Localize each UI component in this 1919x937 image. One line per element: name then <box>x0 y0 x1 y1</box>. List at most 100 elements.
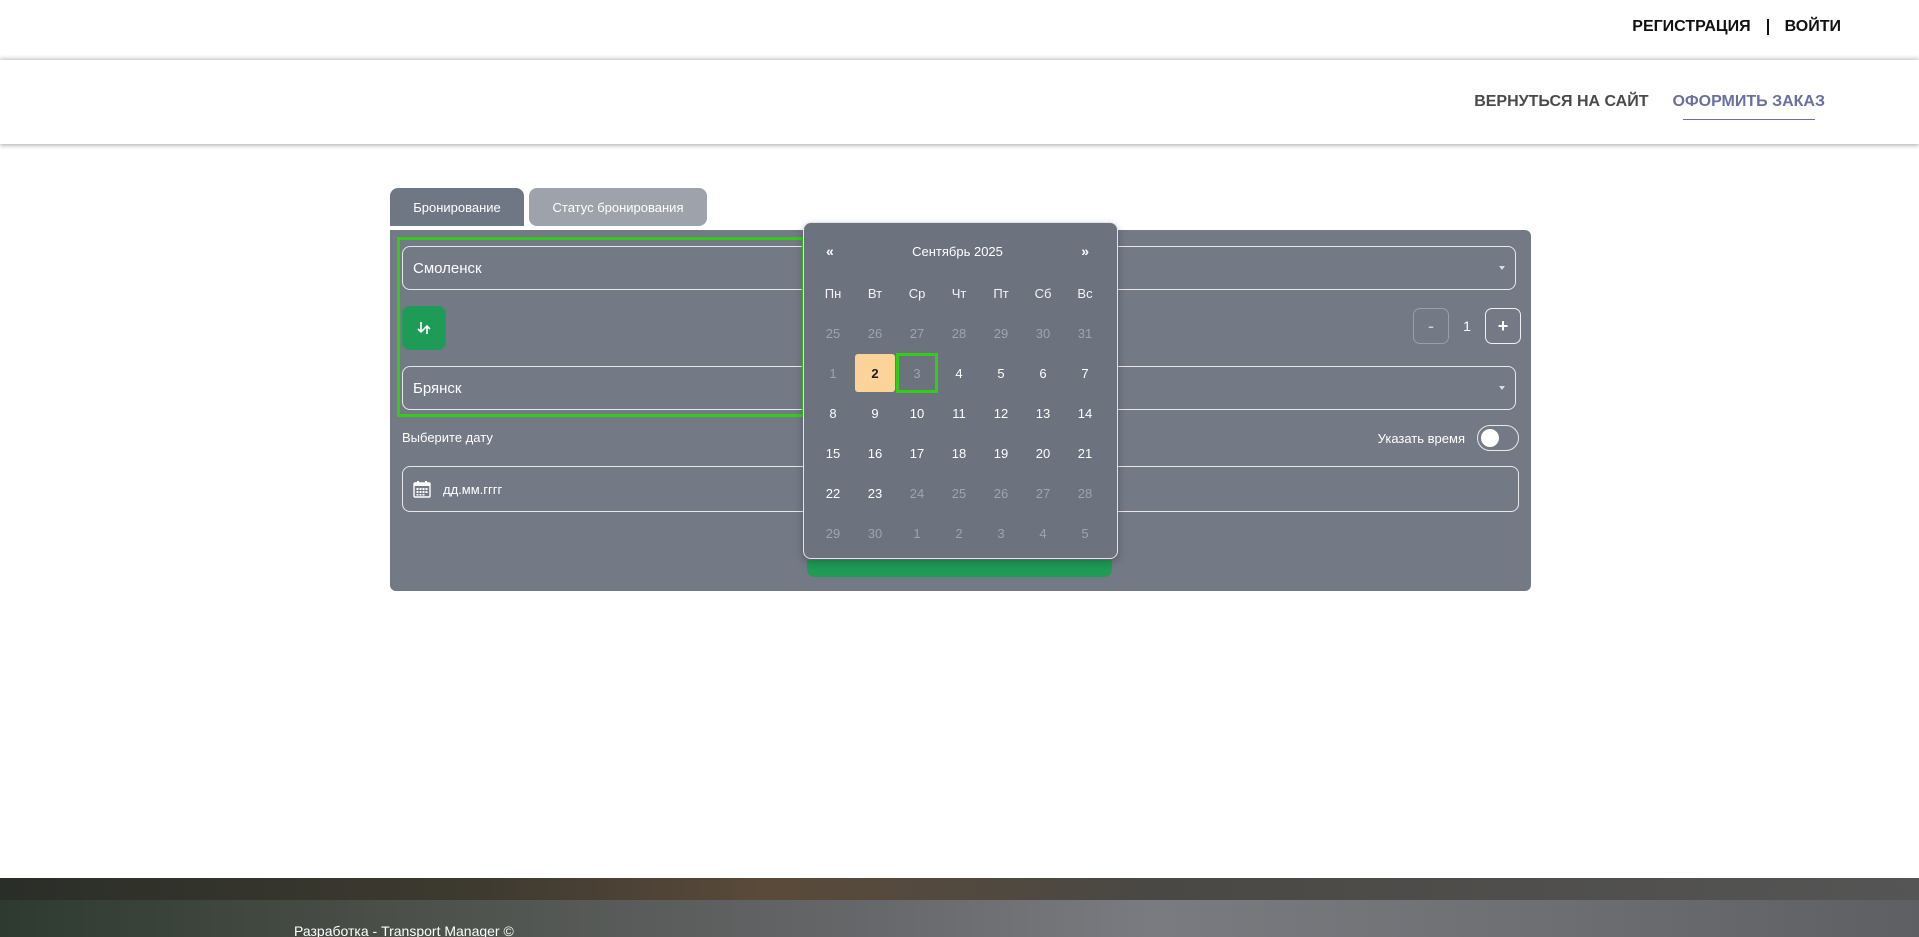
day-number: 18 <box>951 445 967 461</box>
day-cell[interactable]: 11 <box>938 393 980 433</box>
decrease-button[interactable]: - <box>1413 308 1449 344</box>
day-cell[interactable]: 12 <box>980 393 1022 433</box>
nav-order[interactable]: ОФОРМИТЬ ЗАКАЗ <box>1673 93 1825 120</box>
day-cell: 25 <box>938 473 980 513</box>
day-number: 2 <box>955 525 963 541</box>
day-cell[interactable]: 5 <box>980 353 1022 393</box>
day-cell[interactable]: 6 <box>1022 353 1064 393</box>
day-number: 25 <box>825 325 841 341</box>
weekday-header: Чт <box>951 285 967 301</box>
day-cell[interactable]: 18 <box>938 433 980 473</box>
top-bar: РЕГИСТРАЦИЯ ВОЙТИ <box>0 0 1919 56</box>
day-number: 7 <box>1081 365 1089 381</box>
weekday-header: Вт <box>867 285 883 301</box>
day-number: 27 <box>909 325 925 341</box>
day-cell[interactable]: 8 <box>812 393 854 433</box>
day-cell-highlighted[interactable]: 3 <box>896 353 938 393</box>
chevron-down-icon <box>1499 386 1505 390</box>
chevron-down-icon <box>1499 266 1505 270</box>
submit-button[interactable] <box>807 560 1112 577</box>
day-number: 24 <box>909 485 925 501</box>
day-number: 30 <box>867 525 883 541</box>
day-cell[interactable]: 19 <box>980 433 1022 473</box>
day-cell[interactable]: 7 <box>1064 353 1106 393</box>
footer: Разработка - Transport Manager © <box>0 878 1919 937</box>
day-number: 2 <box>855 354 895 392</box>
register-link[interactable]: РЕГИСТРАЦИЯ <box>1632 18 1750 36</box>
day-cell: 28 <box>938 313 980 353</box>
date-label: Выберите дату <box>402 430 493 445</box>
nav-back-to-site[interactable]: ВЕРНУТЬСЯ НА САЙТ <box>1474 93 1648 111</box>
day-cell: 29 <box>980 313 1022 353</box>
day-number: 26 <box>867 325 883 341</box>
weekday-header: Ср <box>908 285 926 301</box>
weekday-header: Пт <box>993 285 1009 301</box>
day-cell: 31 <box>1064 313 1106 353</box>
day-cell[interactable]: 16 <box>854 433 896 473</box>
day-cell[interactable]: 20 <box>1022 433 1064 473</box>
auth-links: РЕГИСТРАЦИЯ ВОЙТИ <box>1632 18 1841 36</box>
weekday-header: Пн <box>824 285 842 301</box>
day-number: 29 <box>825 525 841 541</box>
day-cell: 5 <box>1064 513 1106 553</box>
day-cell-today[interactable]: 2 <box>854 353 896 393</box>
day-cell: 4 <box>1022 513 1064 553</box>
day-number: 26 <box>993 485 1009 501</box>
weekday-header: Сб <box>1034 285 1052 301</box>
day-number: 1 <box>913 525 921 541</box>
day-number: 27 <box>1035 485 1051 501</box>
day-cell[interactable]: 22 <box>812 473 854 513</box>
day-number: 12 <box>993 405 1009 421</box>
day-number: 30 <box>1035 325 1051 341</box>
day-cell[interactable]: 4 <box>938 353 980 393</box>
increase-button[interactable]: + <box>1485 308 1521 344</box>
day-cell: 26 <box>854 313 896 353</box>
date-placeholder: дд.мм.гггг <box>443 481 503 497</box>
day-number: 28 <box>1077 485 1093 501</box>
day-cell: 27 <box>1022 473 1064 513</box>
day-number: 1 <box>829 365 837 381</box>
passengers-stepper: - 1 + <box>1413 308 1521 344</box>
day-cell: 2 <box>938 513 980 553</box>
day-cell: 24 <box>896 473 938 513</box>
weekday-header: Вс <box>1077 285 1093 301</box>
day-cell[interactable]: 9 <box>854 393 896 433</box>
day-cell: 3 <box>980 513 1022 553</box>
tab-booking[interactable]: Бронирование <box>390 188 524 226</box>
day-cell[interactable]: 15 <box>812 433 854 473</box>
day-cell: 27 <box>896 313 938 353</box>
auth-divider <box>1766 19 1769 35</box>
calendar-icon <box>413 481 431 498</box>
day-cell: 26 <box>980 473 1022 513</box>
day-cell[interactable]: 23 <box>854 473 896 513</box>
day-number: 25 <box>951 485 967 501</box>
day-cell[interactable]: 14 <box>1064 393 1106 433</box>
footer-road <box>0 900 1919 937</box>
day-number: 15 <box>825 445 841 461</box>
day-number: 4 <box>955 365 963 381</box>
day-cell: 30 <box>854 513 896 553</box>
day-cell: 1 <box>812 353 854 393</box>
day-cell: 28 <box>1064 473 1106 513</box>
nav-links: ВЕРНУТЬСЯ НА САЙТ ОФОРМИТЬ ЗАКАЗ <box>1450 93 1825 120</box>
day-cell: 25 <box>812 313 854 353</box>
time-toggle[interactable] <box>1477 425 1519 451</box>
datepicker-title[interactable]: Сентябрь 2025 <box>912 244 1003 259</box>
day-cell[interactable]: 21 <box>1064 433 1106 473</box>
day-number: 28 <box>951 325 967 341</box>
day-number: 17 <box>909 445 925 461</box>
booking-tabs: Бронирование Статус бронирования <box>390 188 707 226</box>
prev-month-button[interactable]: « <box>826 243 834 259</box>
route-highlight-box <box>397 237 805 417</box>
day-number: 8 <box>829 405 837 421</box>
day-cell[interactable]: 17 <box>896 433 938 473</box>
day-cell: 1 <box>896 513 938 553</box>
day-cell: 29 <box>812 513 854 553</box>
time-toggle-wrap: Указать время <box>1378 425 1519 451</box>
day-number: 13 <box>1035 405 1051 421</box>
day-cell[interactable]: 13 <box>1022 393 1064 433</box>
tab-booking-status[interactable]: Статус бронирования <box>529 188 707 226</box>
login-link[interactable]: ВОЙТИ <box>1785 18 1841 36</box>
next-month-button[interactable]: » <box>1081 243 1089 259</box>
day-cell[interactable]: 10 <box>896 393 938 433</box>
